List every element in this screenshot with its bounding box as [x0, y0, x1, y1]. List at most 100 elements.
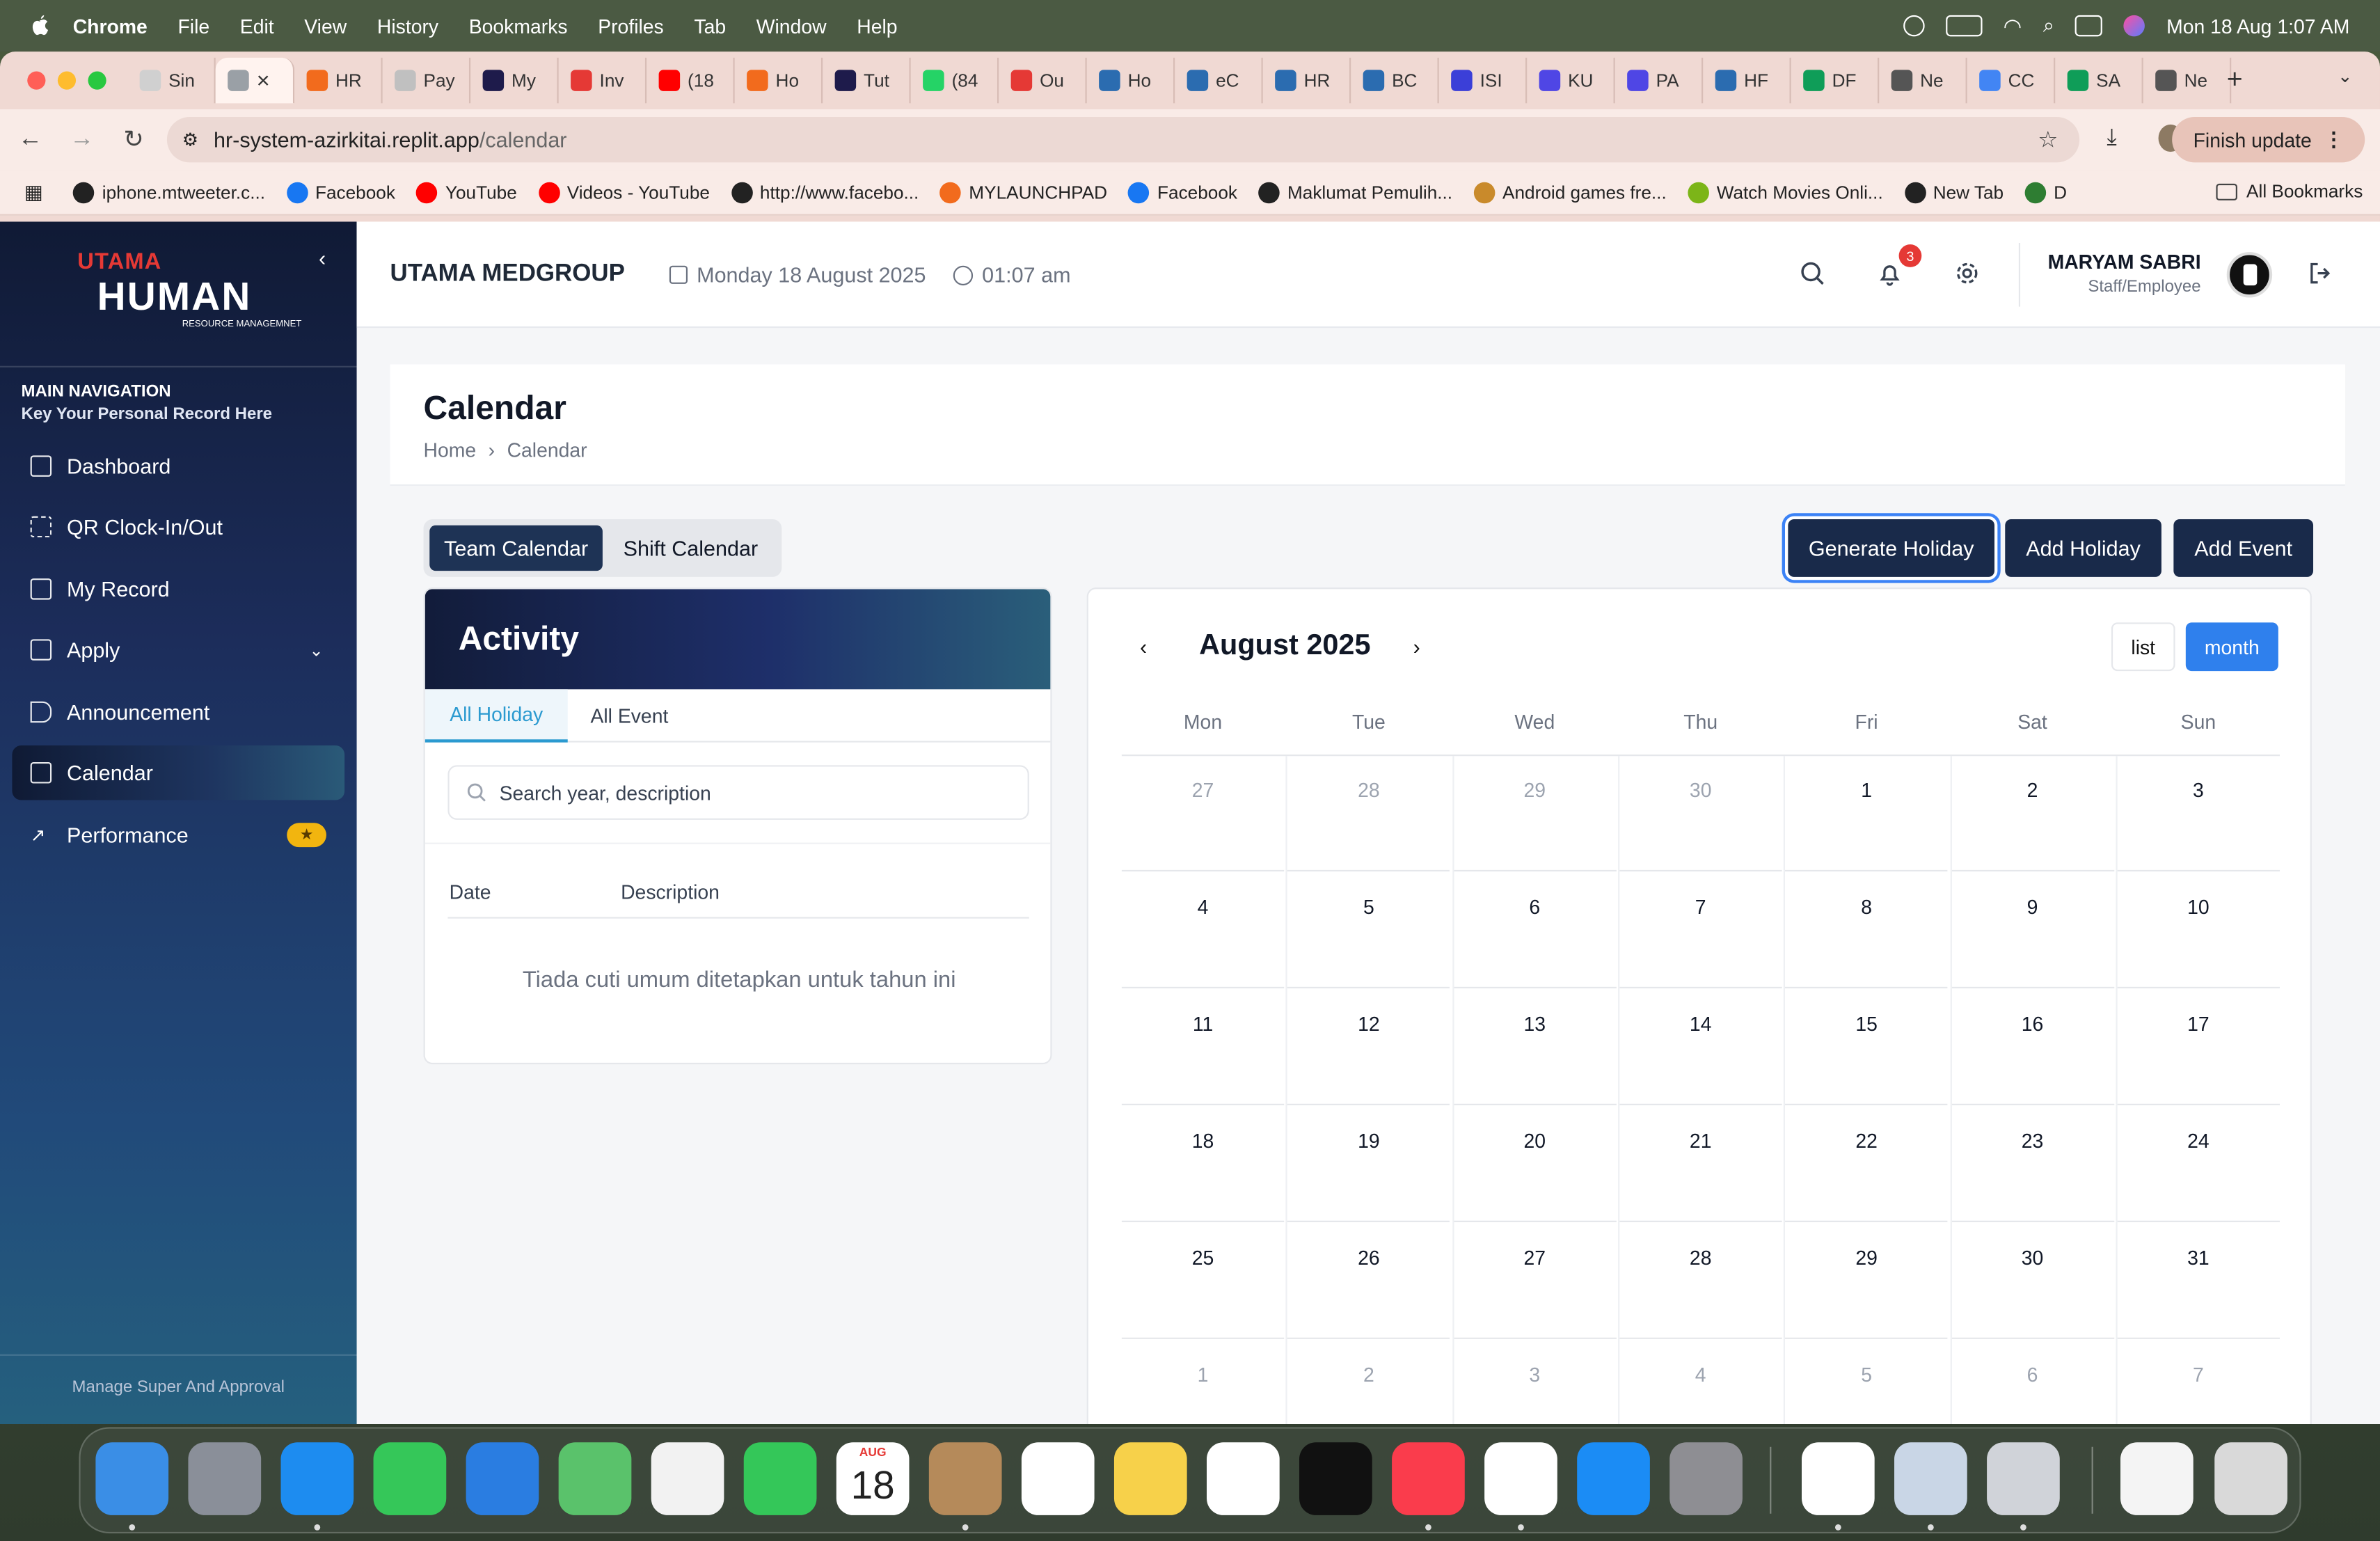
mail-icon[interactable] — [466, 1442, 539, 1515]
menu-profiles[interactable]: Profiles — [598, 15, 664, 38]
browser-tab[interactable]: PA — [1615, 57, 1704, 104]
new-tab-icon[interactable]: + — [2227, 64, 2243, 96]
downloads-stack-icon[interactable] — [2120, 1442, 2193, 1515]
system-settings-icon[interactable] — [1669, 1442, 1743, 1515]
user-name[interactable]: MARYAM SABRI — [2034, 251, 2201, 274]
tab-all-event[interactable]: All Event — [590, 689, 668, 742]
bookmark-star-icon[interactable]: ☆ — [2038, 126, 2058, 153]
finish-update-button[interactable]: Finish update ⋮ — [2172, 116, 2365, 163]
sidebar-item-dashboard[interactable]: Dashboard — [12, 438, 344, 493]
app-store-icon[interactable] — [1577, 1442, 1650, 1515]
menu-tab[interactable]: Tab — [694, 15, 726, 38]
search-input[interactable] — [499, 781, 1001, 804]
menu-app-name[interactable]: Chrome — [73, 15, 148, 38]
calendar-day-cell[interactable]: 22 — [1785, 1108, 1948, 1222]
calendar-day-cell[interactable]: 2 — [1951, 757, 2114, 872]
sidebar-footer[interactable]: Manage Super And Approval — [0, 1379, 357, 1397]
close-window-button[interactable] — [27, 71, 46, 90]
add-holiday-button[interactable]: Add Holiday — [2005, 519, 2161, 577]
calendar-day-cell[interactable]: 28 — [1619, 1225, 1782, 1339]
site-info-icon[interactable]: ⚙ — [182, 129, 198, 150]
more-menu-icon[interactable]: ⋮ — [2324, 127, 2343, 152]
maps-icon[interactable] — [558, 1442, 632, 1515]
browser-tab[interactable]: (84 — [911, 57, 999, 104]
calendar-day-cell-outside-month[interactable]: 4 — [1619, 1342, 1782, 1424]
avatar[interactable] — [2226, 252, 2273, 298]
browser-tab[interactable]: Ne — [1879, 57, 1967, 104]
sidebar-item-apply[interactable]: Apply ⌄ — [12, 622, 344, 677]
tab-search-icon[interactable]: ⌄ — [2338, 65, 2353, 87]
menu-bookmarks[interactable]: Bookmarks — [469, 15, 568, 38]
bookmark-item[interactable]: Maklumat Pemulih... — [1258, 181, 1452, 203]
logout-icon[interactable] — [2306, 260, 2333, 287]
browser-tab[interactable]: Sin — [127, 57, 216, 104]
generate-holiday-button[interactable]: Generate Holiday — [1788, 519, 1994, 577]
view-list-button[interactable]: list — [2111, 622, 2175, 672]
all-bookmarks[interactable]: All Bookmarks — [2216, 181, 2363, 202]
menu-history[interactable]: History — [377, 15, 438, 38]
browser-tab[interactable]: Ho — [735, 57, 823, 104]
sidebar-item-qr-clock[interactable]: QR Clock-In/Out — [12, 500, 344, 555]
calendar-day-cell[interactable]: 1 — [1785, 757, 1948, 872]
calendar-day-cell[interactable]: 11 — [1121, 991, 1285, 1105]
forward-icon[interactable]: → — [61, 118, 103, 161]
preview-icon[interactable] — [1894, 1442, 1967, 1515]
safari-icon[interactable] — [280, 1442, 354, 1515]
finder-icon[interactable] — [95, 1442, 169, 1515]
browser-tab[interactable]: (18 — [646, 57, 735, 104]
freeform-icon[interactable] — [1206, 1442, 1280, 1515]
bookmark-item[interactable]: Facebook — [1128, 181, 1237, 203]
bookmark-item[interactable]: Android games fre... — [1473, 181, 1667, 203]
browser-tab[interactable]: CC — [1967, 57, 2056, 104]
breadcrumb-home[interactable]: Home — [424, 438, 477, 461]
browser-tab[interactable]: HR — [294, 57, 383, 104]
minimize-window-button[interactable] — [57, 71, 77, 90]
photos-icon[interactable] — [651, 1442, 724, 1515]
gear-icon[interactable] — [1953, 260, 1981, 287]
calendar-day-cell[interactable]: 15 — [1785, 991, 1948, 1105]
menu-help[interactable]: Help — [857, 15, 897, 38]
play-icon[interactable] — [1903, 15, 1925, 37]
company-logo[interactable]: UTAMA HUMAN RESOURCE MANAGEMNET — [73, 246, 316, 337]
calendar-day-cell[interactable]: 12 — [1287, 991, 1450, 1105]
calendar-day-cell[interactable]: 29 — [1785, 1225, 1948, 1339]
browser-tab[interactable]: BC — [1351, 57, 1439, 104]
calendar-day-cell-outside-month[interactable]: 29 — [1453, 757, 1617, 872]
browser-tab[interactable]: Inv — [559, 57, 647, 104]
browser-tab[interactable]: eC — [1175, 57, 1263, 104]
calendar-day-cell[interactable]: 30 — [1951, 1225, 2114, 1339]
calendar-day-cell[interactable]: 31 — [2117, 1225, 2280, 1339]
music-icon[interactable] — [1392, 1442, 1465, 1515]
browser-tab[interactable]: HF — [1703, 57, 1791, 104]
menu-edit[interactable]: Edit — [240, 15, 274, 38]
calendar-day-cell[interactable]: 8 — [1785, 874, 1948, 989]
calendar-app-icon[interactable]: AUG 18 — [836, 1442, 910, 1515]
bookmark-item[interactable]: Watch Movies Onli... — [1688, 181, 1883, 203]
close-tab-icon[interactable]: × — [257, 68, 270, 93]
calendar-day-cell-outside-month[interactable]: 3 — [1454, 1342, 1616, 1424]
calendar-day-cell[interactable]: 5 — [1287, 874, 1450, 989]
calendar-day-cell[interactable]: 9 — [1951, 874, 2114, 989]
calendar-day-cell[interactable]: 21 — [1619, 1108, 1782, 1222]
sidebar-item-calendar[interactable]: Calendar — [12, 745, 345, 800]
calendar-day-cell[interactable]: 23 — [1951, 1108, 2114, 1222]
calendar-day-cell[interactable]: 27 — [1453, 1225, 1617, 1339]
siri-icon[interactable] — [2124, 15, 2145, 37]
reload-icon[interactable]: ↻ — [112, 118, 154, 161]
calendar-day-cell-outside-month[interactable]: 28 — [1287, 757, 1450, 872]
apple-icon[interactable] — [27, 14, 51, 38]
zoom-window-button[interactable] — [88, 71, 106, 90]
messages-icon[interactable] — [373, 1442, 447, 1515]
menubar-clock[interactable]: Mon 18 Aug 1:07 AM — [2166, 15, 2349, 38]
calendar-day-cell[interactable]: 3 — [2117, 757, 2280, 872]
facetime-icon[interactable] — [743, 1442, 817, 1515]
browser-tab[interactable]: Ou — [999, 57, 1087, 104]
chrome-icon[interactable] — [1484, 1442, 1557, 1515]
calendar-day-cell[interactable]: 10 — [2117, 874, 2280, 989]
browser-tab[interactable]: KU — [1527, 57, 1615, 104]
calendar-day-cell-outside-month[interactable]: 2 — [1287, 1342, 1450, 1424]
browser-tab-active[interactable]: × — [215, 57, 295, 104]
calendar-day-cell[interactable]: 16 — [1951, 991, 2114, 1105]
bookmark-item[interactable]: YouTube — [416, 181, 517, 203]
calendar-day-cell[interactable]: 24 — [2117, 1108, 2280, 1222]
